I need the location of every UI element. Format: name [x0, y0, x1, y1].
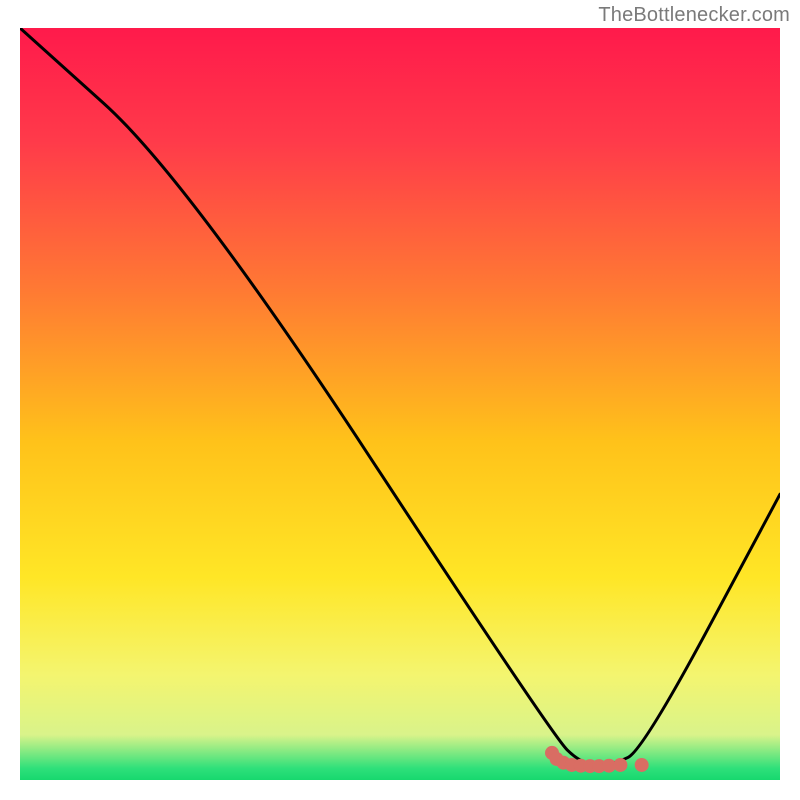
optimal-point — [635, 758, 649, 772]
chart-background — [20, 28, 780, 780]
attribution-text: TheBottlenecker.com — [598, 4, 790, 27]
bottleneck-chart — [0, 0, 800, 800]
optimal-point — [613, 758, 627, 772]
